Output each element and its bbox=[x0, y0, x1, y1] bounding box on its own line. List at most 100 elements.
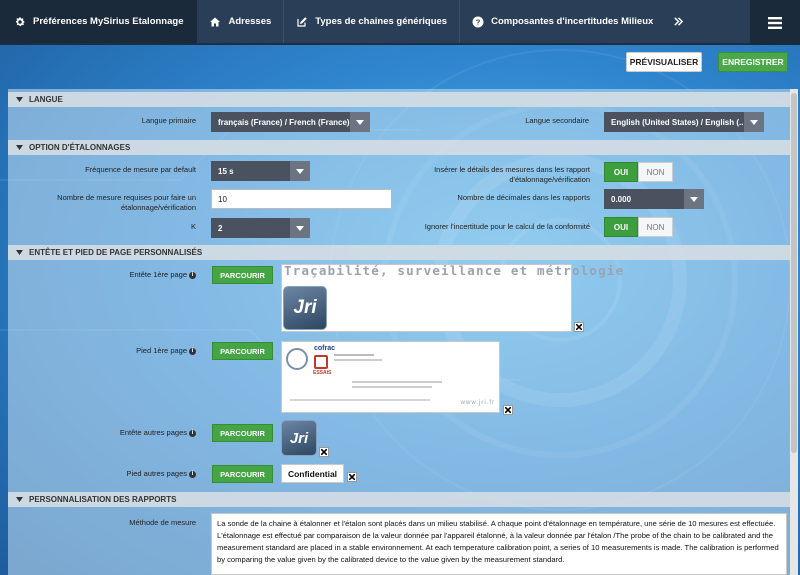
toggle-oui[interactable]: OUI bbox=[604, 217, 638, 237]
delete-pied-autres-button[interactable] bbox=[347, 472, 357, 482]
footer-url: www.jri.fr bbox=[460, 400, 495, 406]
methode-mesure-label: Méthode de mesure bbox=[129, 518, 196, 527]
edit-icon bbox=[297, 16, 308, 27]
section-header-rapports[interactable]: PERSONNALISATION DES RAPPORTS bbox=[8, 492, 790, 507]
essais-text: ESSAIS bbox=[313, 370, 332, 376]
pied-1ere-page-label: Pied 1ère page i bbox=[98, 346, 196, 356]
delete-entete-autres-button[interactable] bbox=[319, 447, 329, 457]
toggle-non[interactable]: NON bbox=[638, 162, 673, 182]
select-value: 2 bbox=[218, 223, 223, 233]
top-navbar: Préférences MySirius Etalonnage Adresses… bbox=[0, 0, 800, 45]
primary-language-select[interactable]: français (France) / French (France) bbox=[211, 112, 370, 132]
secondary-language-label: Langue secondaire bbox=[525, 116, 589, 125]
help-icon: ? bbox=[472, 16, 484, 27]
home-icon bbox=[210, 17, 221, 26]
chevron-down-icon bbox=[684, 189, 704, 209]
chevron-down-icon bbox=[350, 112, 370, 132]
label-text: Entête autres pages bbox=[119, 428, 187, 437]
select-value: English (United States) / English (... bbox=[611, 117, 746, 127]
k-label: K bbox=[190, 222, 196, 231]
delete-pied-1ere-button[interactable] bbox=[503, 405, 513, 415]
primary-language-label: Langue primaire bbox=[141, 116, 196, 125]
entete-1ere-page-browse-button[interactable]: PARCOURIR bbox=[212, 266, 273, 284]
section-title: ENTÊTE ET PIED DE PAGE PERSONNALISÉS bbox=[29, 248, 203, 257]
delete-entete-1ere-button[interactable] bbox=[574, 322, 584, 332]
section-title: PERSONNALISATION DES RAPPORTS bbox=[29, 495, 177, 504]
entete-1ere-page-preview: Traçabilité, surveillance et métrologie … bbox=[281, 263, 623, 332]
jri-logo: Jri bbox=[281, 420, 317, 456]
footer-line bbox=[334, 354, 374, 356]
nav-item-label: Types de chaines génériques bbox=[315, 16, 448, 27]
close-icon bbox=[505, 407, 511, 413]
select-value: français (France) / French (France) bbox=[218, 117, 350, 127]
info-icon: i bbox=[189, 470, 196, 478]
pied-1ere-page-browse-button[interactable]: PARCOURIR bbox=[212, 342, 273, 360]
cofrac-badge bbox=[314, 355, 328, 369]
nav-item-adresses[interactable]: Adresses bbox=[197, 0, 283, 43]
entete-1ere-page-label: Entête 1ère page i bbox=[98, 270, 196, 280]
certification-seal bbox=[286, 348, 308, 370]
frequence-label: Fréquence de mesure par default bbox=[85, 165, 196, 174]
info-icon: i bbox=[189, 429, 196, 437]
secondary-language-select[interactable]: English (United States) / English (... bbox=[604, 112, 764, 132]
decimales-label: Nombre de décimales dans les rapports bbox=[457, 193, 590, 202]
svg-text:?: ? bbox=[476, 17, 481, 26]
section-header-langue[interactable]: LANGUE bbox=[8, 92, 790, 107]
banner-text: Traçabilité, surveillance et métrologie bbox=[284, 263, 625, 278]
footer-line bbox=[290, 399, 430, 401]
label-text: Pied 1ère page bbox=[136, 346, 187, 355]
frequence-select[interactable]: 15 s bbox=[211, 161, 310, 181]
footer-line bbox=[352, 381, 442, 383]
label-text: Entête 1ère page bbox=[129, 270, 187, 279]
nav-item-types-chaines[interactable]: Types de chaines génériques bbox=[284, 0, 459, 43]
entete-autres-pages-preview: Jri bbox=[281, 420, 317, 456]
pied-autres-pages-preview: Confidential bbox=[281, 464, 344, 483]
nav-item-label: Adresses bbox=[228, 16, 272, 27]
save-button[interactable]: ENREGISTRER bbox=[718, 52, 788, 72]
caret-down-icon bbox=[16, 145, 23, 150]
entete-autres-pages-browse-button[interactable]: PARCOURIR bbox=[212, 424, 273, 442]
hamburger-menu-icon bbox=[768, 16, 782, 29]
label-text: Pied autres pages bbox=[126, 469, 187, 478]
chevron-down-icon bbox=[290, 161, 310, 181]
caret-down-icon bbox=[16, 97, 23, 102]
info-icon: i bbox=[189, 347, 196, 355]
section-title: LANGUE bbox=[29, 95, 63, 104]
chevron-down-icon bbox=[744, 112, 764, 132]
ignorer-incertitude-toggle[interactable]: OUI NON bbox=[604, 217, 673, 237]
nav-title[interactable]: Préférences MySirius Etalonnage bbox=[0, 0, 198, 43]
nav-more-button[interactable] bbox=[665, 0, 692, 43]
pied-1ere-page-preview: cofrac ESSAIS www.jri.fr bbox=[281, 341, 500, 413]
preview-button[interactable]: PRÉVISUALISER bbox=[626, 52, 702, 72]
toggle-oui[interactable]: OUI bbox=[604, 162, 638, 182]
nombre-mesures-input[interactable]: 10 bbox=[211, 189, 392, 209]
toggle-non[interactable]: NON bbox=[638, 217, 673, 237]
scrollbar[interactable] bbox=[790, 89, 798, 575]
close-icon bbox=[321, 449, 327, 455]
select-value: 15 s bbox=[218, 166, 234, 176]
decimales-select[interactable]: 0.000 bbox=[604, 189, 704, 209]
select-value: 0.000 bbox=[611, 194, 632, 204]
double-chevron-right-icon bbox=[674, 17, 684, 26]
close-icon bbox=[349, 474, 355, 480]
nav-item-label: Composantes d'incertitudes Milieux bbox=[491, 16, 654, 27]
footer-line bbox=[352, 386, 432, 388]
scrollbar-thumb[interactable] bbox=[791, 93, 797, 453]
cofrac-logo: cofrac bbox=[314, 345, 336, 352]
k-select[interactable]: 2 bbox=[211, 218, 310, 238]
nav-item-composantes[interactable]: ? Composantes d'incertitudes Milieux bbox=[460, 0, 665, 43]
menu-button[interactable] bbox=[750, 0, 800, 45]
caret-down-icon bbox=[16, 250, 23, 255]
inserer-details-label: Insérer le détails des mesures dans les … bbox=[434, 165, 590, 184]
inserer-details-toggle[interactable]: OUI NON bbox=[604, 162, 673, 182]
nombre-mesures-label: Nombre de mesure requises pour faire un … bbox=[57, 193, 196, 212]
nav-title-label: Préférences MySirius Etalonnage bbox=[33, 16, 184, 27]
preferences-panel: LANGUE Langue primaire français (France)… bbox=[8, 89, 790, 575]
close-icon bbox=[576, 324, 582, 330]
gear-icon bbox=[16, 16, 25, 26]
section-header-entete[interactable]: ENTÊTE ET PIED DE PAGE PERSONNALISÉS bbox=[8, 245, 790, 260]
pied-autres-pages-browse-button[interactable]: PARCOURIR bbox=[212, 465, 273, 483]
section-header-etalonnage[interactable]: OPTION D'ÉTALONNAGES bbox=[8, 140, 790, 155]
pied-autres-pages-label: Pied autres pages i bbox=[98, 469, 196, 479]
methode-mesure-textarea[interactable]: La sonde de la chaine à étalonner et l'é… bbox=[211, 513, 787, 575]
